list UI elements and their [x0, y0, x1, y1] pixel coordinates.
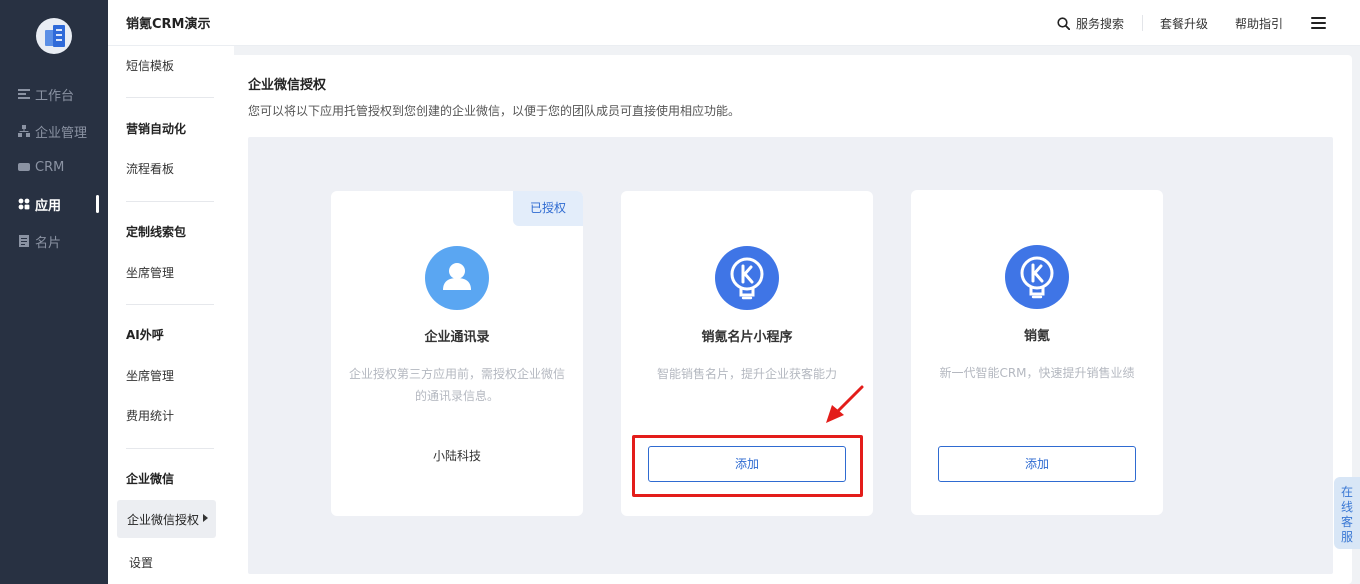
app-icon-xiaoke	[1005, 245, 1069, 309]
page-description: 您可以将以下应用托管授权到您创建的企业微信，以便于您的团队成员可直接使用相应功能…	[248, 104, 741, 118]
online-service-button[interactable]: 在线客服	[1334, 477, 1360, 549]
submenu-item-flow-board[interactable]: 流程看板	[126, 160, 174, 177]
search-icon[interactable]	[1057, 17, 1070, 30]
submenu-group-custom-leads: 定制线索包	[126, 225, 187, 239]
org-chart-icon	[18, 125, 30, 137]
add-xiaoke-button[interactable]: 添加	[938, 446, 1136, 482]
submenu-divider	[126, 201, 214, 202]
authorized-company: 小陆科技	[432, 449, 481, 463]
app-logo[interactable]	[36, 18, 72, 54]
card-icon	[19, 235, 29, 247]
app-root: 工作台 企业管理 CRM 应用 名片 销氪CRM演示 服务搜索 套餐升级 帮助指…	[0, 0, 1360, 584]
main-sidebar: 工作台 企业管理 CRM 应用 名片	[0, 0, 108, 584]
sidebar-item-label: 工作台	[35, 88, 75, 104]
submenu-item-sms-template[interactable]: 短信模板	[126, 57, 174, 74]
sidebar-item-label: CRM	[35, 159, 65, 175]
submenu-item-cost-stats[interactable]: 费用统计	[126, 407, 174, 424]
bulb-k-icon	[1020, 256, 1054, 299]
submenu-group-marketing: 营销自动化	[126, 122, 187, 136]
app-icon-business-card	[715, 246, 779, 310]
active-indicator	[96, 195, 99, 213]
app-icon-contacts	[425, 246, 489, 310]
sidebar-item-label: 企业管理	[35, 125, 88, 141]
submenu-item-wecom-auth[interactable]: 企业微信授权	[117, 500, 216, 538]
sidebar-item-enterprise[interactable]: 企业管理	[0, 116, 108, 146]
user-icon	[443, 263, 471, 290]
online-service-label: 在线客服	[1340, 485, 1353, 544]
app-card-description: 智能销售名片，提升企业获客能力	[656, 367, 837, 381]
submenu-item-label: 企业微信授权	[127, 513, 200, 527]
app-card-description: 企业授权第三方应用前，需授权企业微信的通讯录信息。	[348, 367, 565, 403]
app-card-name: 销氪	[1023, 329, 1050, 344]
sidebar-item-crm[interactable]: CRM	[0, 152, 108, 182]
app-card-name: 企业通讯录	[424, 330, 490, 345]
annotation-arrow-icon	[826, 385, 864, 423]
plan-upgrade-link[interactable]: 套餐升级	[1160, 15, 1208, 32]
service-search-link[interactable]: 服务搜索	[1076, 15, 1124, 32]
app-card-contacts: 已授权 企业通讯录 企业授权第三方应用前，需授权企业微信的通讯录信息。 小陆科技	[331, 191, 583, 516]
submenu-group-wecom: 企业微信	[126, 472, 175, 486]
authorized-badge: 已授权	[513, 191, 583, 226]
app-card-name: 销氪名片小程序	[701, 330, 793, 345]
caret-right-icon	[203, 514, 208, 522]
crm-icon	[18, 163, 30, 171]
submenu-item-settings[interactable]: 设置	[129, 554, 153, 571]
page-title: 企业微信授权	[248, 78, 327, 93]
apps-icon	[18, 198, 30, 210]
app-title: 销氪CRM演示	[126, 17, 211, 32]
help-guide-link[interactable]: 帮助指引	[1235, 15, 1283, 32]
submenu-group-ai-call: AI外呼	[126, 328, 164, 342]
bulb-k-icon	[730, 257, 764, 300]
secondary-menu: 短信模板 营销自动化 流程看板 定制线索包 坐席管理 AI外呼 坐席管理 费用统…	[108, 46, 234, 584]
highlight-box	[632, 435, 863, 497]
sidebar-item-apps[interactable]: 应用	[0, 189, 108, 219]
app-card-xiaoke: 销氪 新一代智能CRM，快速提升销售业绩 添加	[911, 190, 1163, 515]
sidebar-item-label: 名片	[35, 235, 62, 251]
submenu-divider	[126, 304, 214, 305]
submenu-divider	[126, 448, 214, 449]
submenu-divider	[126, 97, 214, 98]
submenu-item-seat-management-ai[interactable]: 坐席管理	[126, 367, 174, 384]
header-divider	[1142, 15, 1143, 31]
sidebar-item-label: 应用	[35, 198, 62, 214]
list-icon	[18, 89, 30, 99]
app-card-description: 新一代智能CRM，快速提升销售业绩	[939, 366, 1135, 380]
top-header: 销氪CRM演示 服务搜索 套餐升级 帮助指引	[108, 0, 1360, 46]
hamburger-menu-icon[interactable]	[1311, 17, 1327, 30]
sidebar-item-workbench[interactable]: 工作台	[0, 79, 108, 109]
submenu-item-seat-management[interactable]: 坐席管理	[126, 264, 174, 281]
sidebar-item-cards[interactable]: 名片	[0, 226, 108, 256]
